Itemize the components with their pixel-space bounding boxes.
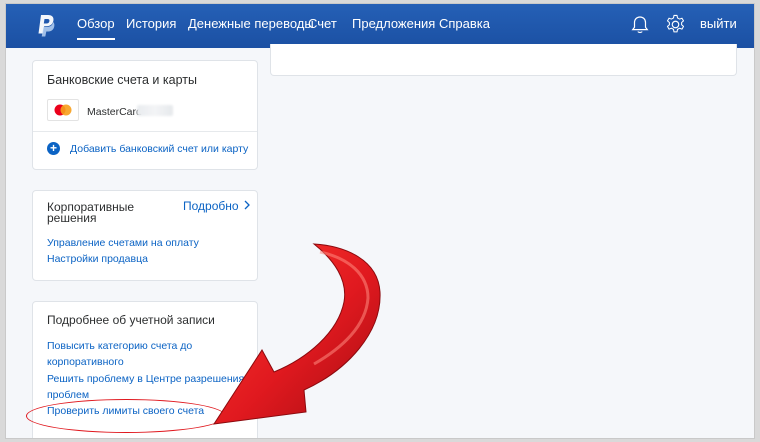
upgrade-link-line2[interactable]: корпоративного [47, 356, 124, 368]
upgrade-link-line1[interactable]: Повысить категорию счета до [47, 340, 192, 352]
invoices-link[interactable]: Управление счетами на оплату [47, 237, 199, 249]
card-title: Подробнее об учетной записи [47, 313, 215, 327]
main-panel [270, 44, 737, 76]
nav-help[interactable]: Справка [439, 16, 490, 31]
chevron-right-icon [244, 200, 250, 210]
add-card-link[interactable]: Добавить банковский счет или карту [70, 143, 248, 155]
nav-history[interactable]: История [126, 16, 176, 31]
paypal-logo[interactable] [36, 14, 56, 38]
card-title-line2: решения [47, 211, 97, 225]
more-link-label: Подробно [183, 199, 239, 213]
divider [33, 131, 257, 132]
top-nav: Обзор История Денежные переводы Счет Пре… [6, 4, 754, 48]
mastercard-icon [47, 99, 79, 121]
gear-icon[interactable] [665, 14, 686, 35]
bell-icon[interactable] [631, 15, 649, 35]
nav-overview[interactable]: Обзор [77, 16, 115, 40]
nav-account[interactable]: Счет [308, 16, 337, 31]
card-title: Банковские счета и карты [47, 73, 197, 87]
nav-offers[interactable]: Предложения [352, 16, 435, 31]
more-link[interactable]: Подробно [183, 199, 251, 213]
red-arrow [212, 243, 381, 425]
card-name: MasterCard [87, 106, 142, 118]
logout-link[interactable]: выйти [700, 16, 737, 31]
bank-accounts-card: Банковские счета и карты MasterCard + До… [32, 60, 258, 170]
card-number-masked [137, 105, 173, 116]
nav-transfers[interactable]: Денежные переводы [188, 16, 314, 31]
plus-circle-icon[interactable]: + [47, 142, 60, 155]
browser-frame: Обзор История Денежные переводы Счет Пре… [6, 4, 754, 438]
seller-settings-link[interactable]: Настройки продавца [47, 253, 148, 265]
resolution-link-line2[interactable]: проблем [47, 389, 89, 401]
